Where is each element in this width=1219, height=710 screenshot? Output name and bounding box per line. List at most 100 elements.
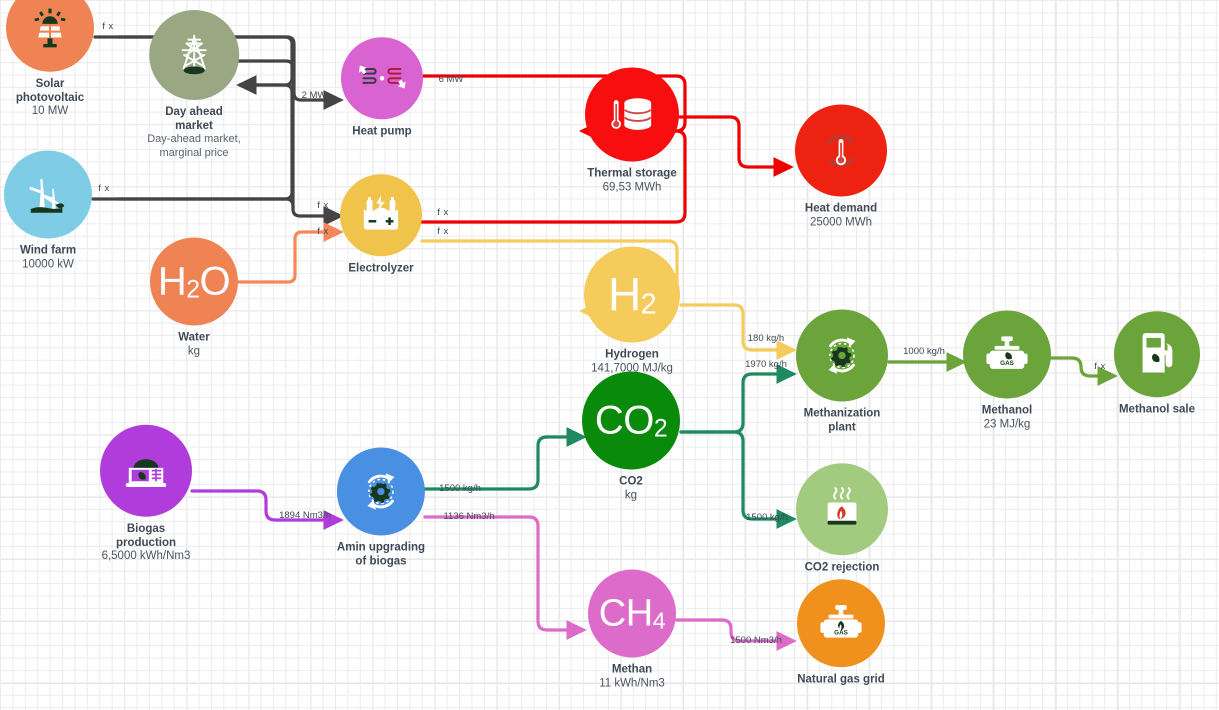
wind-bubble[interactable] <box>4 150 92 239</box>
methane-caption: Methan 11 kWh/Nm3 <box>599 664 665 691</box>
electrolyzer-bubble[interactable] <box>340 174 422 257</box>
node-co2[interactable]: CO2 CO2 kg <box>582 371 680 503</box>
edge-amin-co2 <box>423 427 587 491</box>
node-amin-upgrading[interactable]: Amin upgrading of biogas <box>336 447 425 569</box>
water-bubble[interactable]: H2O <box>150 237 238 326</box>
node-hydrogen[interactable]: H2 Hydrogen 141,7000 MJ/kg <box>584 246 680 376</box>
methanization-bubble[interactable] <box>796 309 888 402</box>
node-biogas-production[interactable]: Biogas production 6,5000 kWh/Nm3 <box>100 424 192 564</box>
thermal-bubble[interactable] <box>585 67 679 162</box>
edge-label-solar-market: f x <box>102 21 114 32</box>
methanol-caption: Methanol 23 MJ/kg <box>982 405 1032 432</box>
electrolyzer-icon <box>358 194 404 236</box>
heatdemand-bubble[interactable] <box>795 104 887 197</box>
upgrading-icon <box>355 466 407 518</box>
wind-caption: Wind farm 10000 kW <box>20 245 76 272</box>
methanolsale-label: Methanol sale <box>1118 403 1196 416</box>
heatdemand-caption: Heat demand 25000 MWh <box>805 203 877 230</box>
co2rejection-caption: CO2 rejection <box>805 561 880 575</box>
biogas-label-2: production <box>115 536 177 549</box>
hydrogen-bubble[interactable]: H2 <box>584 246 680 343</box>
gasgrid-caption: Natural gas grid <box>797 673 885 687</box>
hydrogen-label: Hydrogen <box>605 348 659 361</box>
biogas-caption: Biogas production 6,5000 kWh/Nm3 <box>102 523 191 564</box>
node-thermal-storage[interactable]: Thermal storage 69,53 MWh <box>585 67 679 195</box>
wind-label: Wind farm <box>19 244 77 257</box>
edge-label-methanol-sale: f x <box>1094 361 1106 372</box>
edge-label-amin-methane: 1136 Nm3/h <box>443 511 495 522</box>
heat-pump-icon <box>358 58 406 98</box>
wind-turbine-icon <box>24 172 72 218</box>
node-day-ahead-market[interactable]: Day ahead market Day-ahead market, margi… <box>147 10 241 160</box>
flow-diagram-canvas[interactable]: Solar photovoltaic 10 MW Wind farm 10000… <box>0 0 1219 710</box>
biogas-bubble[interactable] <box>100 424 192 517</box>
edge-label-methane-gasgrid: 1500 Nm3/h <box>730 635 782 646</box>
fuel-pump-leaf-icon <box>1134 330 1180 378</box>
solar-bubble[interactable] <box>6 0 94 72</box>
amin-bubble[interactable] <box>336 447 425 536</box>
edge-label-hydrogen-methanization: 180 kg/h <box>747 333 785 344</box>
co2-bubble[interactable]: CO2 <box>582 371 680 470</box>
market-bubble[interactable] <box>148 10 239 100</box>
market-sub-1: Day-ahead market, <box>147 133 241 145</box>
heat-demand-icon <box>816 126 866 176</box>
node-methanization-plant[interactable]: Methanization plant <box>796 309 888 435</box>
edge-co2-rejection <box>679 430 797 529</box>
methanol-label: Methanol <box>981 404 1033 417</box>
methanolsale-bubble[interactable] <box>1114 311 1200 398</box>
market-caption: Day ahead market Day-ahead market, margi… <box>147 106 241 160</box>
edge-label-co2-methanization: 1970 kg/h <box>745 359 787 370</box>
node-natural-gas-grid[interactable]: GAS Natural gas grid <box>797 579 885 687</box>
gas-tank-leaf-icon: GAS <box>983 333 1031 377</box>
thermal-label: Thermal storage <box>587 167 677 180</box>
steam-emission-icon <box>819 486 865 532</box>
heatpump-label: Heat pump <box>352 125 412 138</box>
solar-panel-icon <box>27 5 73 51</box>
edge-market-electrolyzer <box>237 59 344 226</box>
edge-water-electrolyzer <box>236 222 344 284</box>
node-electrolyzer[interactable]: Electrolyzer <box>340 174 422 276</box>
gas-tank-flame-icon: GAS <box>817 601 865 645</box>
heatpump-bubble[interactable] <box>341 37 423 120</box>
svg-text:GAS: GAS <box>834 630 848 637</box>
edge-thermal-heatdemand <box>678 115 794 177</box>
heatdemand-value: 25000 MWh <box>809 216 872 228</box>
gasgrid-bubble[interactable]: GAS <box>797 579 885 668</box>
amin-caption: Amin upgrading of biogas <box>337 542 425 569</box>
ch4-formula: CH4 <box>598 592 666 635</box>
biogas-value: 6,5000 kWh/Nm3 <box>101 549 191 562</box>
node-methanol[interactable]: GAS Methanol 23 MJ/kg <box>963 310 1051 432</box>
edge-co2-methanization <box>679 364 797 434</box>
gasgrid-label: Natural gas grid <box>797 673 885 686</box>
biogas-plant-icon <box>121 449 171 493</box>
node-co2-rejection[interactable]: CO2 rejection <box>796 463 888 575</box>
co2rejection-bubble[interactable] <box>796 463 888 556</box>
amin-label-2: of biogas <box>355 555 407 567</box>
edge-label-water-electrolyzer: f x <box>317 226 329 237</box>
edge-label-heatpump-thermal: 6 MW <box>438 74 464 85</box>
co2-label: CO2 <box>619 475 643 488</box>
node-solar-photovoltaic[interactable]: Solar photovoltaic 10 MW <box>6 0 94 118</box>
market-label-2: market <box>175 119 213 132</box>
water-value: kg <box>187 345 201 357</box>
edge-label-wind-market: f x <box>98 183 110 194</box>
methanization-label-2: plant <box>828 421 856 433</box>
node-methane[interactable]: CH4 Methan 11 kWh/Nm3 <box>588 569 676 691</box>
node-wind-farm[interactable]: Wind farm 10000 kW <box>4 150 92 272</box>
h2-formula: H2 <box>607 268 657 321</box>
edge-label-amin-co2: 1500 kg/h <box>439 483 481 494</box>
methanol-bubble[interactable]: GAS <box>963 310 1051 399</box>
methanization-icon <box>816 330 868 382</box>
market-label-1: Day ahead <box>165 106 223 118</box>
node-water[interactable]: H2O Water kg <box>150 237 238 359</box>
co2-caption: CO2 kg <box>619 476 643 503</box>
electrolyzer-caption: Electrolyzer <box>348 262 413 276</box>
node-heat-pump[interactable]: Heat pump <box>341 37 423 139</box>
node-methanol-sale[interactable]: Methanol sale <box>1114 311 1200 417</box>
methanol-value: 23 MJ/kg <box>983 418 1031 430</box>
svg-text:GAS: GAS <box>1000 360 1014 367</box>
methane-bubble[interactable]: CH4 <box>588 569 676 658</box>
solar-value: 10 MW <box>31 104 69 117</box>
edge-label-co2-rejection: 1500 kg/h <box>746 512 788 523</box>
node-heat-demand[interactable]: Heat demand 25000 MWh <box>795 104 887 230</box>
